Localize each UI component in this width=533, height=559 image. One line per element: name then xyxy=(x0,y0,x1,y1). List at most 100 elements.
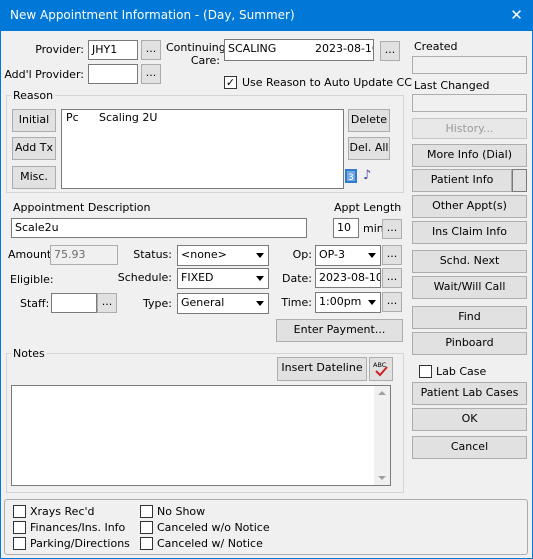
provider-label: Provider: xyxy=(35,43,84,56)
reason-list[interactable]: Pc Scaling 2U xyxy=(61,109,344,189)
notes-scrollbar[interactable] xyxy=(374,386,390,485)
type-value: General xyxy=(181,296,225,309)
schedule-label: Schedule: xyxy=(117,271,172,284)
date-field[interactable]: 2023-08-10 xyxy=(315,268,381,288)
canceled-wo-notice-checkbox[interactable] xyxy=(140,521,153,534)
time-picker-button[interactable]: ... xyxy=(382,292,402,312)
insert-dateline-button[interactable]: Insert Dateline xyxy=(277,357,367,381)
appt-length-field[interactable]: 10 xyxy=(333,218,359,238)
reason-group-label: Reason xyxy=(11,89,56,102)
appt-length-unit: min xyxy=(363,222,384,235)
continuing-care-date: 2023-08-10 xyxy=(315,42,374,55)
enter-payment-button[interactable]: Enter Payment... xyxy=(276,319,403,342)
other-appts-button[interactable]: Other Appt(s) xyxy=(412,195,527,218)
patient-info-side-button[interactable] xyxy=(512,169,527,192)
cancel-button[interactable]: Cancel xyxy=(412,436,527,459)
last-changed-field xyxy=(412,94,527,112)
type-label: Type: xyxy=(143,297,172,310)
svg-text:ABC: ABC xyxy=(373,361,387,369)
continuing-care-field[interactable]: SCALING 2023-08-10 xyxy=(224,39,374,61)
close-icon[interactable]: ✕ xyxy=(500,0,533,31)
status-label: Status: xyxy=(133,248,172,261)
finances-label: Finances/Ins. Info xyxy=(30,521,126,534)
date-label: Date: xyxy=(282,272,312,285)
time-select[interactable]: 1:00pm xyxy=(315,292,381,313)
op-value: OP-3 xyxy=(319,248,346,261)
delete-button[interactable]: Delete xyxy=(348,109,390,132)
addl-provider-picker-button[interactable]: ... xyxy=(141,64,161,84)
find-button[interactable]: Find xyxy=(412,306,527,329)
del-all-button[interactable]: Del. All xyxy=(348,137,390,160)
history-button[interactable]: History... xyxy=(412,118,527,139)
continuing-care-value: SCALING xyxy=(228,42,277,55)
eligible-label: Eligible: xyxy=(10,273,54,286)
spellcheck-icon: ABC xyxy=(373,361,388,377)
xrays-checkbox[interactable] xyxy=(13,505,26,518)
ins-claim-info-button[interactable]: Ins Claim Info xyxy=(412,221,527,244)
window-title: New Appointment Information - (Day, Summ… xyxy=(10,8,295,22)
op-label: Op: xyxy=(292,248,312,261)
schedule-value: FIXED xyxy=(181,271,214,284)
reason-source-icon[interactable]: 3 xyxy=(345,169,357,183)
reason-desc: Scaling 2U xyxy=(99,111,158,124)
no-show-label: No Show xyxy=(157,505,206,518)
music-note-icon[interactable]: ♪ xyxy=(363,168,377,183)
notes-textarea[interactable] xyxy=(11,385,391,486)
scroll-up-icon[interactable] xyxy=(378,391,386,395)
status-value: <none> xyxy=(181,248,227,261)
chevron-down-icon xyxy=(252,269,268,288)
finances-checkbox[interactable] xyxy=(13,521,26,534)
status-select[interactable]: <none> xyxy=(177,245,269,266)
provider-picker-button[interactable]: ... xyxy=(141,40,161,60)
staff-field[interactable] xyxy=(51,293,97,313)
misc-button[interactable]: Misc. xyxy=(12,166,56,189)
appt-length-picker-button[interactable]: ... xyxy=(382,219,402,239)
type-select[interactable]: General xyxy=(177,293,269,314)
chevron-down-icon xyxy=(364,293,380,312)
schedule-select[interactable]: FIXED xyxy=(177,268,269,289)
staff-picker-button[interactable]: ... xyxy=(97,293,117,313)
initial-button[interactable]: Initial xyxy=(12,109,56,132)
notes-group-label: Notes xyxy=(11,347,47,360)
op-select[interactable]: OP-3 xyxy=(315,245,381,266)
created-label: Created xyxy=(414,40,458,53)
appt-desc-label: Appointment Description xyxy=(13,201,151,214)
xrays-label: Xrays Rec'd xyxy=(30,505,95,518)
pinboard-button[interactable]: Pinboard xyxy=(412,332,527,355)
patient-lab-cases-button[interactable]: Patient Lab Cases xyxy=(412,382,527,405)
use-reason-checkbox[interactable]: ✓ xyxy=(224,76,237,89)
op-picker-button[interactable]: ... xyxy=(382,245,402,265)
title-bar: New Appointment Information - (Day, Summ… xyxy=(0,0,533,31)
parking-checkbox[interactable] xyxy=(13,537,26,550)
continuing-care-label-2: Care: xyxy=(190,54,220,67)
scroll-down-icon[interactable] xyxy=(378,476,386,480)
chevron-down-icon xyxy=(252,294,268,313)
schd-next-button[interactable]: Schd. Next xyxy=(412,250,527,273)
lab-case-label: Lab Case xyxy=(436,365,487,378)
last-changed-label: Last Changed xyxy=(414,79,490,92)
canceled-wo-notice-label: Canceled w/o Notice xyxy=(157,521,270,534)
patient-info-button[interactable]: Patient Info xyxy=(412,169,512,192)
more-info-button[interactable]: More Info (Dial) xyxy=(412,144,527,167)
created-field xyxy=(412,56,527,74)
canceled-w-notice-checkbox[interactable] xyxy=(140,537,153,550)
svg-text:3: 3 xyxy=(348,173,354,183)
no-show-checkbox[interactable] xyxy=(140,505,153,518)
chevron-down-icon xyxy=(364,246,380,265)
time-value: 1:00pm xyxy=(319,295,362,308)
parking-label: Parking/Directions xyxy=(30,537,130,550)
amount-field: 75.93 xyxy=(50,245,118,265)
lab-case-checkbox[interactable] xyxy=(419,365,432,378)
use-reason-label: Use Reason to Auto Update CC xyxy=(242,76,412,89)
continuing-care-picker-button[interactable]: ... xyxy=(380,41,400,61)
ok-button[interactable]: OK xyxy=(412,408,527,431)
date-picker-button[interactable]: ... xyxy=(382,268,402,288)
appt-desc-field[interactable]: Scale2u xyxy=(11,218,307,238)
wait-will-call-button[interactable]: Wait/Will Call xyxy=(412,276,527,299)
continuing-care-label: Continuing xyxy=(166,41,226,54)
add-tx-button[interactable]: Add Tx xyxy=(12,137,56,160)
reason-list-item[interactable]: Pc Scaling 2U xyxy=(62,110,343,124)
spellcheck-button[interactable]: ABC xyxy=(369,357,393,381)
addl-provider-field[interactable] xyxy=(88,64,138,84)
provider-field[interactable]: JHY1 xyxy=(88,40,138,60)
